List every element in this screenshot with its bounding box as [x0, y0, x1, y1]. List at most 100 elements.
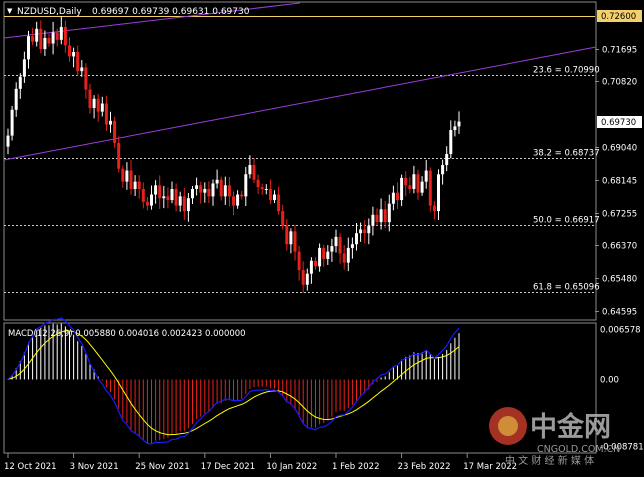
candle-body	[182, 196, 186, 212]
candle-body	[256, 179, 260, 188]
fib-label: 50.0 = 0.66917	[533, 216, 600, 226]
candle-body	[76, 51, 80, 72]
candle-body	[355, 233, 358, 245]
candle-body	[244, 174, 248, 197]
candle-body	[264, 188, 268, 190]
candle-body	[437, 174, 440, 212]
candle-body	[18, 76, 22, 89]
candle-body	[51, 32, 55, 44]
candle-body	[350, 244, 354, 248]
candle-body	[170, 188, 174, 201]
price-tick-label: 0.71695	[602, 46, 637, 56]
candle-body	[96, 98, 100, 112]
watermark-site: CNGOLD.COM.CN	[537, 444, 620, 455]
time-tick-label: 23 Feb 2022	[398, 462, 451, 472]
candle-body	[6, 135, 10, 147]
candle-body	[441, 165, 445, 175]
candle-body	[203, 188, 207, 193]
candle-body	[252, 165, 256, 180]
time-tick-label: 25 Nov 2021	[135, 462, 189, 472]
price-tick-label: 0.66370	[602, 242, 637, 252]
candle-body	[109, 120, 112, 125]
candle-body	[420, 181, 424, 193]
candle-body	[150, 194, 153, 206]
candle-body	[162, 196, 166, 199]
candle-body	[248, 165, 252, 175]
candle-body	[223, 185, 227, 197]
candle-body	[260, 187, 264, 189]
candle-body	[289, 231, 293, 245]
candle-body	[449, 130, 453, 155]
candle-body	[359, 229, 363, 234]
candle-body	[232, 196, 235, 206]
candle-body	[199, 185, 203, 193]
candle-body	[404, 177, 408, 186]
price-tick-label: 0.65480	[602, 275, 637, 285]
candle-body	[145, 201, 149, 206]
candle-body	[236, 194, 240, 206]
candle-body	[445, 154, 449, 166]
candle-body	[211, 183, 215, 197]
candle-body	[166, 196, 170, 201]
candle-body	[346, 247, 350, 263]
candle-body	[277, 194, 281, 212]
candle-body	[43, 37, 47, 50]
candle-body	[63, 26, 67, 46]
candle-body	[326, 251, 330, 259]
candle-body	[301, 270, 305, 285]
candle-body	[137, 181, 141, 189]
logo-inner	[498, 416, 518, 436]
candle-body	[342, 253, 346, 263]
watermark-brand: 中金网	[530, 411, 611, 443]
candle-body	[314, 260, 317, 267]
candle-body	[322, 247, 326, 259]
candle-body	[39, 28, 43, 50]
time-tick-label: 12 Oct 2021	[4, 462, 57, 472]
candle-body	[428, 170, 432, 206]
candle-body	[133, 181, 137, 189]
candle-body	[219, 179, 223, 197]
candle-body	[92, 98, 96, 108]
candle-body	[55, 32, 59, 40]
candle-body	[424, 170, 428, 182]
price-box-label: 0.69730	[601, 118, 636, 128]
candle-body	[129, 170, 133, 189]
candle-body	[88, 89, 92, 108]
candle-body	[27, 36, 30, 60]
price-tick-label: 0.64595	[602, 308, 637, 318]
candle-body	[47, 37, 51, 44]
candle-body	[432, 205, 436, 212]
price-tick-label: 0.68145	[602, 177, 637, 187]
candle-body	[178, 196, 182, 206]
candle-body	[396, 192, 399, 201]
candle-body	[400, 177, 404, 201]
candle-body	[391, 192, 395, 204]
candle-body	[72, 51, 76, 57]
candle-body	[408, 185, 412, 189]
time-tick-label: 1 Feb 2022	[332, 462, 380, 472]
candle-body	[227, 185, 231, 197]
candle-body	[318, 247, 322, 267]
symbol-label: NZDUSD,Daily	[17, 7, 82, 17]
candle-body	[309, 260, 313, 274]
candle-body	[416, 174, 420, 193]
candle-body	[104, 103, 108, 125]
candle-body	[297, 251, 301, 271]
candle-body	[281, 211, 285, 226]
watermark-tagline: 中 文 财 经 新 媒 体	[505, 454, 594, 467]
candle-body	[379, 209, 383, 223]
price-tick-label: 0.70820	[602, 78, 637, 88]
macd-label: MACD(12,26,9) 0.005880 0.004016 0.002423…	[8, 329, 246, 339]
price-panel-frame	[3, 1, 597, 321]
candle-body	[158, 185, 162, 199]
candle-body	[453, 126, 457, 131]
candle-body	[330, 246, 334, 252]
candle-body	[285, 225, 289, 245]
chart-svg: 23.6 = 0.70990 38.2 = 0.68737 50.0 = 0.669…	[3, 1, 644, 472]
candle-body	[367, 225, 371, 234]
dropdown-arrow-icon[interactable]: ▼	[7, 7, 13, 15]
candle-body	[412, 174, 416, 189]
fib-label: 38.2 = 0.68737	[533, 149, 600, 159]
time-tick-label: 3 Nov 2021	[70, 462, 119, 472]
fib-label: 61.8 = 0.65096	[533, 283, 600, 293]
